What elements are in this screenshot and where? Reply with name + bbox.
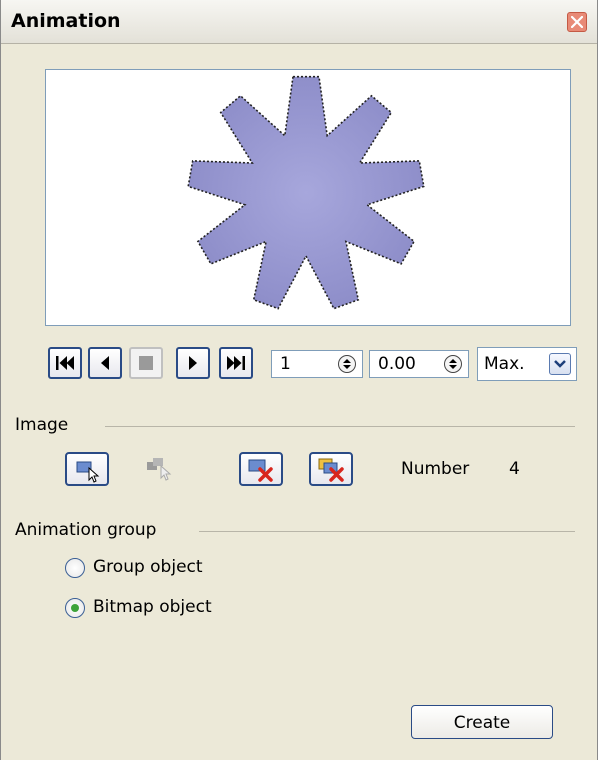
group-object-radio[interactable]: [65, 558, 85, 578]
image-number-field[interactable]: 1: [271, 350, 363, 378]
image-section-label: Image: [15, 415, 69, 435]
apply-object-button[interactable]: [65, 452, 109, 486]
animation-dialog: Animation 1 0.00 Max. Image Number 4 Ani…: [0, 0, 598, 760]
title-bar[interactable]: Animation: [1, 0, 597, 44]
number-value: 4: [509, 459, 520, 479]
animation-group-divider: [199, 531, 575, 532]
radio-selected-dot: [71, 604, 79, 612]
animation-preview: [45, 69, 571, 326]
first-image-button[interactable]: [48, 347, 82, 379]
bitmap-object-radio[interactable]: [65, 598, 85, 618]
last-image-button[interactable]: [219, 347, 253, 379]
delete-current-image-button[interactable]: [239, 452, 283, 486]
loop-count-select[interactable]: Max.: [477, 347, 577, 381]
image-number-value: 1: [280, 354, 291, 374]
duration-field[interactable]: 0.00: [369, 350, 469, 378]
bitmap-object-label[interactable]: Bitmap object: [93, 597, 212, 617]
delete-all-images-button[interactable]: [309, 452, 353, 486]
create-button[interactable]: Create: [411, 705, 553, 739]
stop-button[interactable]: [129, 347, 163, 379]
preview-star-image: [187, 75, 425, 310]
spin-arrows-icon[interactable]: [444, 355, 462, 373]
number-label: Number: [401, 459, 470, 479]
group-object-label[interactable]: Group object: [93, 557, 203, 577]
image-section-divider: [105, 426, 575, 427]
play-button[interactable]: [176, 347, 210, 379]
play-backwards-button[interactable]: [88, 347, 122, 379]
close-button[interactable]: [567, 12, 587, 32]
duration-value: 0.00: [378, 354, 416, 374]
animation-group-label: Animation group: [15, 520, 157, 540]
apply-objects-individually-button[interactable]: [137, 452, 181, 486]
loop-count-value: Max.: [484, 354, 525, 374]
spin-arrows-icon[interactable]: [338, 355, 356, 373]
dialog-title: Animation: [11, 10, 121, 32]
chevron-down-icon[interactable]: [549, 353, 571, 375]
